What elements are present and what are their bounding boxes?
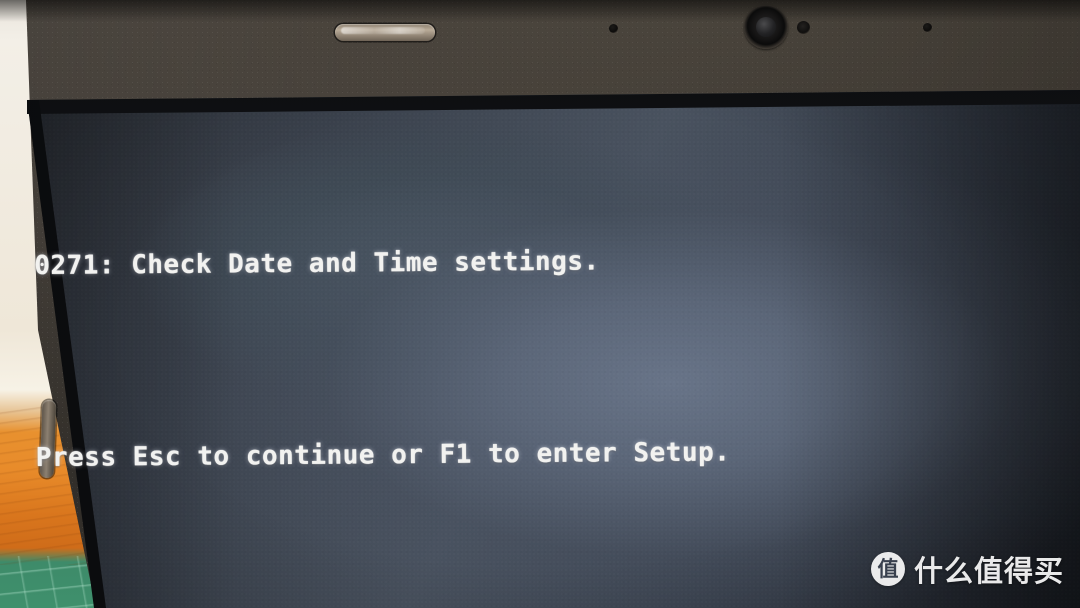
watermark-text: 什么值得买 [913,554,1064,588]
screen-bumper-icon [39,399,57,479]
webcam-lens-icon [744,5,788,49]
microphone-hole-left-icon [609,24,618,33]
watermark: 值 什么值得买 [870,548,1064,590]
lid-latch-icon [335,24,435,41]
camera-indicator-led-icon [797,21,810,34]
watermark-badge-icon: 值 [870,552,905,586]
screenshot-root: 0271: Check Date and Time settings. Pres… [0,0,1080,608]
microphone-hole-right-icon [923,23,932,32]
